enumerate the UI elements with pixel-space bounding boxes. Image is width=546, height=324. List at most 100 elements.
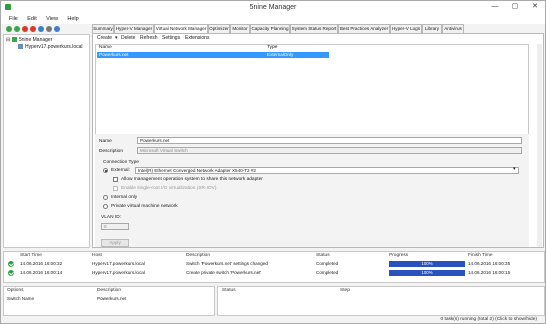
connect-icon[interactable]: [14, 26, 20, 32]
menu-help[interactable]: Help: [67, 14, 78, 24]
task-status: Completed: [316, 261, 339, 266]
col-progress[interactable]: Progress: [389, 252, 408, 259]
task-progress-bar: 100%: [389, 261, 465, 267]
tab-system-status-report[interactable]: System Status Report: [290, 24, 338, 33]
refresh-icon[interactable]: [38, 26, 44, 32]
description-field[interactable]: Microsoft Virtual Switch: [137, 147, 522, 154]
col-description[interactable]: Description: [186, 252, 210, 259]
task-host: Hyperv17.powerkurs.local: [92, 270, 145, 275]
col-finish-time[interactable]: Finish Time: [468, 252, 493, 259]
tab-capacity-planning[interactable]: Capacity Planning: [250, 24, 290, 33]
title-bar: 5nine Manager — ▢ ✕: [1, 1, 545, 14]
create-button[interactable]: Create: [97, 35, 112, 41]
vlan-field[interactable]: 0: [101, 223, 129, 230]
virtual-network-panel: Create ▾ Delete Refresh Settings Extensi…: [92, 33, 544, 248]
tree-root-icon: [12, 37, 17, 42]
task-finish: 14.06.2016 16:00:35: [468, 261, 511, 266]
external-radio[interactable]: [103, 168, 108, 173]
chevron-down-icon[interactable]: ▾: [513, 167, 515, 172]
stop-icon[interactable]: [30, 26, 36, 32]
add-icon[interactable]: [6, 26, 12, 32]
description-label: Description: [99, 149, 123, 154]
minimize-button[interactable]: —: [485, 1, 505, 13]
allow-management-label: Allow management operation system to sha…: [121, 177, 263, 182]
col-name[interactable]: Name: [99, 45, 112, 51]
remove-icon[interactable]: [22, 26, 28, 32]
tab-hyperv-manager[interactable]: Hyper-V Manager: [114, 24, 154, 33]
success-icon: [8, 261, 14, 267]
name-label: Name: [99, 139, 112, 144]
close-button[interactable]: ✕: [525, 1, 545, 13]
allow-management-checkbox[interactable]: [113, 177, 118, 182]
delete-button[interactable]: Delete: [121, 35, 135, 41]
col-step[interactable]: Step: [340, 287, 350, 294]
adapter-select[interactable]: Intel(R) Ethernet Converged Network Adap…: [135, 167, 519, 174]
task-host: Hyperv17.powerkurs.local: [92, 261, 145, 266]
refresh-button[interactable]: Refresh: [140, 35, 158, 41]
switch-row[interactable]: Powerkurs.net ExternalOnly: [97, 52, 329, 58]
tab-optimizer[interactable]: Optimizer: [208, 24, 230, 33]
panel-scrollbar[interactable]: [537, 44, 542, 247]
vlan-label: VLAN ID:: [101, 215, 121, 220]
col-step-status[interactable]: Status: [222, 287, 236, 294]
col-host[interactable]: Host: [92, 252, 102, 259]
col-type[interactable]: Type: [267, 45, 277, 51]
menu-edit[interactable]: Edit: [27, 14, 36, 24]
maximize-button[interactable]: ▢: [505, 1, 525, 13]
task-start: 14.06.2016 16:00:32: [20, 261, 63, 266]
task-finish: 14.06.2016 16:00:15: [468, 270, 511, 275]
status-bar: 0 task(s) running (total 2) (Click to sh…: [1, 317, 545, 324]
option-value: Powerkurs.net: [97, 296, 127, 301]
task-start: 14.06.2016 16:00:14: [20, 270, 63, 275]
sriov-checkbox[interactable]: [113, 186, 118, 191]
task-description: Switch 'Powerkurs.net' settings changed: [186, 261, 268, 266]
switch-properties: Name Powerkurs.net Description Microsoft…: [95, 134, 529, 247]
col-options[interactable]: Options: [7, 287, 24, 294]
extensions-button[interactable]: Extensions: [185, 35, 209, 41]
tasks-grid: Start Time Host Description Status Progr…: [3, 251, 545, 283]
internal-radio[interactable]: [103, 195, 108, 200]
main-toolbar: [1, 24, 91, 34]
options-row[interactable]: Switch Name Powerkurs.net: [4, 295, 214, 303]
tab-hyperv-logs[interactable]: Hyper-V Logs: [390, 24, 422, 33]
tab-monitor[interactable]: Monitor: [230, 24, 250, 33]
tab-strip: Summary Hyper-V Manager Virtual Network …: [92, 24, 545, 34]
task-status: Completed: [316, 270, 339, 275]
option-name: Switch Name: [7, 296, 35, 301]
name-field[interactable]: Powerkurs.net: [137, 137, 522, 144]
tab-library[interactable]: Library: [422, 24, 442, 33]
menu-view[interactable]: View: [46, 14, 58, 24]
task-progress-text: 100%: [421, 261, 433, 266]
menu-file[interactable]: File: [9, 14, 18, 24]
host-tree: ⊟ 5nine Manager Hyperv17.powerkurs.local: [3, 34, 90, 248]
task-progress-text: 100%: [421, 270, 433, 275]
task-row[interactable]: 14.06.2016 16:00:14 Hyperv17.powerkurs.l…: [4, 269, 544, 277]
settings-button[interactable]: Settings: [162, 35, 180, 41]
internal-label: Internal only: [111, 195, 138, 200]
menu-bar: File Edit View Help: [1, 14, 545, 24]
tree-expander-icon[interactable]: ⊟: [6, 37, 10, 43]
tab-best-practices-analyzer[interactable]: Best Practices Analyzer: [338, 24, 390, 33]
tree-host[interactable]: Hyperv17.powerkurs.local: [25, 44, 83, 50]
col-status[interactable]: Status: [316, 252, 330, 259]
tree-root[interactable]: 5nine Manager: [19, 37, 52, 43]
task-count-toggle[interactable]: 0 task(s) running (total 2) (Click to sh…: [440, 317, 537, 322]
connection-type-label: Connection Type: [103, 160, 139, 165]
help-icon[interactable]: [54, 26, 60, 32]
settings-icon[interactable]: [46, 26, 52, 32]
success-icon: [8, 270, 14, 276]
apply-button[interactable]: Apply: [101, 239, 129, 247]
task-description: Create private switch 'Powerkurs.net': [186, 270, 262, 275]
sriov-label: Enable single-root I/O virtualization (S…: [121, 186, 217, 191]
task-row[interactable]: 14.06.2016 16:00:32 Hyperv17.powerkurs.l…: [4, 260, 544, 268]
col-options-description[interactable]: Description: [97, 287, 121, 294]
col-start-time[interactable]: Start Time: [20, 252, 42, 259]
create-dropdown-icon[interactable]: ▾: [115, 35, 118, 41]
options-grid: Options Description Switch Name Powerkur…: [3, 286, 215, 316]
tab-summary[interactable]: Summary: [92, 24, 114, 33]
task-progress-bar: 100%: [389, 270, 465, 276]
external-label: External:: [111, 168, 130, 173]
switch-row-type: ExternalOnly: [267, 52, 294, 57]
tab-antivirus[interactable]: Antivirus: [442, 24, 464, 33]
private-radio[interactable]: [103, 204, 108, 209]
